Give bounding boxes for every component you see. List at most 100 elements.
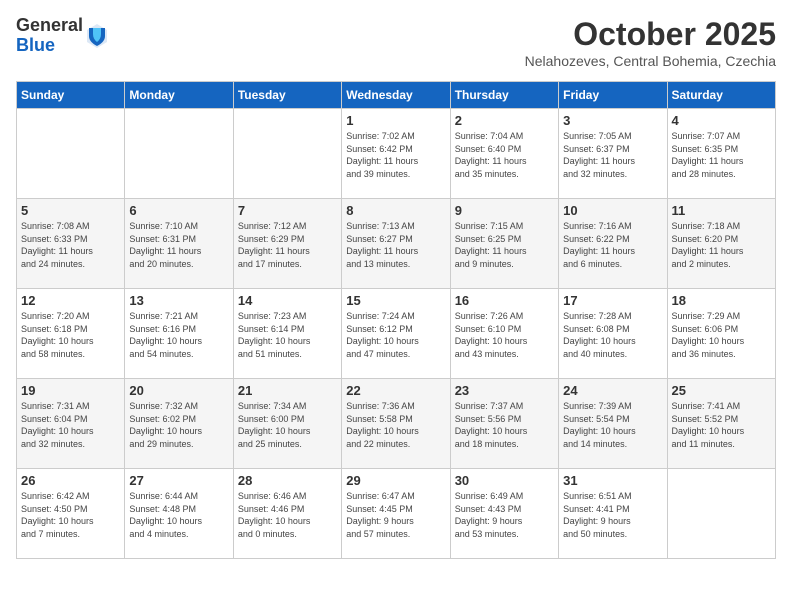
calendar-week-3: 12Sunrise: 7:20 AM Sunset: 6:18 PM Dayli… [17, 289, 776, 379]
calendar-cell: 9 Sunrise: 7:15 AM Sunset: 6:25 PM Daylig… [450, 199, 558, 289]
calendar-cell: 14Sunrise: 7:23 AM Sunset: 6:14 PM Dayli… [233, 289, 341, 379]
day-number: 17 [563, 293, 662, 308]
weekday-header-wednesday: Wednesday [342, 82, 450, 109]
calendar-cell: 20 Sunrise: 7:32 AM Sunset: 6:02 PM Dayli… [125, 379, 233, 469]
day-info: Sunrise: 7:32 AM Sunset: 6:02 PM Dayligh… [129, 400, 228, 450]
month-title: October 2025 [525, 16, 776, 53]
day-info: Sunrise: 7:12 AM Sunset: 6:29 PM Dayligh… [238, 220, 337, 270]
calendar-cell [233, 109, 341, 199]
day-info: Sunrise: 7:05 AM Sunset: 6:37 PM Dayligh… [563, 130, 662, 180]
calendar-cell: 15 Sunrise: 7:24 AM Sunset: 6:12 PM Dayli… [342, 289, 450, 379]
calendar-cell: 19 Sunrise: 7:31 AM Sunset: 6:04 PM Dayli… [17, 379, 125, 469]
calendar-cell: 13 Sunrise: 7:21 AM Sunset: 6:16 PM Dayli… [125, 289, 233, 379]
day-number: 7 [238, 203, 337, 218]
calendar-cell: 8 Sunrise: 7:13 AM Sunset: 6:27 PM Daylig… [342, 199, 450, 289]
day-info: Sunrise: 7:24 AM Sunset: 6:12 PM Dayligh… [346, 310, 445, 360]
day-info: Sunrise: 7:18 AM Sunset: 6:20 PM Dayligh… [672, 220, 771, 270]
weekday-header-sunday: Sunday [17, 82, 125, 109]
day-number: 30 [455, 473, 554, 488]
day-number: 26 [21, 473, 120, 488]
calendar-cell: 4 Sunrise: 7:07 AM Sunset: 6:35 PM Daylig… [667, 109, 775, 199]
calendar-cell: 21 Sunrise: 7:34 AM Sunset: 6:00 PM Dayli… [233, 379, 341, 469]
weekday-header-tuesday: Tuesday [233, 82, 341, 109]
day-number: 14 [238, 293, 337, 308]
day-info: Sunrise: 7:41 AM Sunset: 5:52 PM Dayligh… [672, 400, 771, 450]
calendar-cell: 30 Sunrise: 6:49 AM Sunset: 4:43 PM Dayli… [450, 469, 558, 559]
calendar-cell: 31Sunrise: 6:51 AM Sunset: 4:41 PM Dayli… [559, 469, 667, 559]
day-info: Sunrise: 7:31 AM Sunset: 6:04 PM Dayligh… [21, 400, 120, 450]
day-number: 20 [129, 383, 228, 398]
calendar-cell: 17 Sunrise: 7:28 AM Sunset: 6:08 PM Dayli… [559, 289, 667, 379]
day-info: Sunrise: 7:21 AM Sunset: 6:16 PM Dayligh… [129, 310, 228, 360]
day-number: 12 [21, 293, 120, 308]
calendar-week-1: 1Sunrise: 7:02 AM Sunset: 6:42 PM Daylig… [17, 109, 776, 199]
day-number: 8 [346, 203, 445, 218]
day-info: Sunrise: 7:28 AM Sunset: 6:08 PM Dayligh… [563, 310, 662, 360]
calendar-header-row: SundayMondayTuesdayWednesdayThursdayFrid… [17, 82, 776, 109]
day-info: Sunrise: 7:26 AM Sunset: 6:10 PM Dayligh… [455, 310, 554, 360]
calendar-cell: 3 Sunrise: 7:05 AM Sunset: 6:37 PM Daylig… [559, 109, 667, 199]
calendar-cell: 28Sunrise: 6:46 AM Sunset: 4:46 PM Dayli… [233, 469, 341, 559]
day-number: 29 [346, 473, 445, 488]
day-number: 4 [672, 113, 771, 128]
calendar-cell: 7 Sunrise: 7:12 AM Sunset: 6:29 PM Daylig… [233, 199, 341, 289]
calendar-cell [125, 109, 233, 199]
day-number: 28 [238, 473, 337, 488]
logo: General Blue [16, 16, 109, 56]
calendar-cell: 2Sunrise: 7:04 AM Sunset: 6:40 PM Daylig… [450, 109, 558, 199]
day-number: 21 [238, 383, 337, 398]
calendar-week-2: 5Sunrise: 7:08 AM Sunset: 6:33 PM Daylig… [17, 199, 776, 289]
calendar-cell: 11 Sunrise: 7:18 AM Sunset: 6:20 PM Dayli… [667, 199, 775, 289]
day-info: Sunrise: 6:44 AM Sunset: 4:48 PM Dayligh… [129, 490, 228, 540]
title-area: October 2025 Nelahozeves, Central Bohemi… [525, 16, 776, 69]
day-number: 3 [563, 113, 662, 128]
day-number: 15 [346, 293, 445, 308]
calendar-cell: 22 Sunrise: 7:36 AM Sunset: 5:58 PM Dayli… [342, 379, 450, 469]
day-info: Sunrise: 7:37 AM Sunset: 5:56 PM Dayligh… [455, 400, 554, 450]
calendar-cell [667, 469, 775, 559]
day-number: 22 [346, 383, 445, 398]
day-number: 31 [563, 473, 662, 488]
day-info: Sunrise: 6:42 AM Sunset: 4:50 PM Dayligh… [21, 490, 120, 540]
calendar-cell: 6Sunrise: 7:10 AM Sunset: 6:31 PM Daylig… [125, 199, 233, 289]
day-number: 11 [672, 203, 771, 218]
calendar-cell: 24 Sunrise: 7:39 AM Sunset: 5:54 PM Dayli… [559, 379, 667, 469]
day-info: Sunrise: 7:16 AM Sunset: 6:22 PM Dayligh… [563, 220, 662, 270]
day-number: 24 [563, 383, 662, 398]
weekday-header-friday: Friday [559, 82, 667, 109]
calendar-cell: 5Sunrise: 7:08 AM Sunset: 6:33 PM Daylig… [17, 199, 125, 289]
calendar-cell: 16 Sunrise: 7:26 AM Sunset: 6:10 PM Dayli… [450, 289, 558, 379]
calendar-cell: 23 Sunrise: 7:37 AM Sunset: 5:56 PM Dayli… [450, 379, 558, 469]
day-number: 6 [129, 203, 228, 218]
day-info: Sunrise: 7:36 AM Sunset: 5:58 PM Dayligh… [346, 400, 445, 450]
day-info: Sunrise: 7:08 AM Sunset: 6:33 PM Dayligh… [21, 220, 120, 270]
day-number: 19 [21, 383, 120, 398]
day-info: Sunrise: 6:47 AM Sunset: 4:45 PM Dayligh… [346, 490, 445, 540]
calendar-cell: 25 Sunrise: 7:41 AM Sunset: 5:52 PM Dayli… [667, 379, 775, 469]
location: Nelahozeves, Central Bohemia, Czechia [525, 53, 776, 69]
day-info: Sunrise: 7:15 AM Sunset: 6:25 PM Dayligh… [455, 220, 554, 270]
day-number: 9 [455, 203, 554, 218]
calendar-cell: 27 Sunrise: 6:44 AM Sunset: 4:48 PM Dayli… [125, 469, 233, 559]
calendar-cell: 18Sunrise: 7:29 AM Sunset: 6:06 PM Dayli… [667, 289, 775, 379]
calendar-cell: 26 Sunrise: 6:42 AM Sunset: 4:50 PM Dayli… [17, 469, 125, 559]
calendar-cell [17, 109, 125, 199]
day-number: 23 [455, 383, 554, 398]
logo-icon [85, 22, 109, 50]
day-number: 25 [672, 383, 771, 398]
day-number: 18 [672, 293, 771, 308]
day-info: Sunrise: 7:13 AM Sunset: 6:27 PM Dayligh… [346, 220, 445, 270]
day-info: Sunrise: 6:49 AM Sunset: 4:43 PM Dayligh… [455, 490, 554, 540]
day-number: 27 [129, 473, 228, 488]
day-info: Sunrise: 7:39 AM Sunset: 5:54 PM Dayligh… [563, 400, 662, 450]
calendar-cell: 29 Sunrise: 6:47 AM Sunset: 4:45 PM Dayli… [342, 469, 450, 559]
day-number: 16 [455, 293, 554, 308]
weekday-header-saturday: Saturday [667, 82, 775, 109]
day-info: Sunrise: 7:07 AM Sunset: 6:35 PM Dayligh… [672, 130, 771, 180]
calendar-week-5: 26 Sunrise: 6:42 AM Sunset: 4:50 PM Dayli… [17, 469, 776, 559]
day-number: 13 [129, 293, 228, 308]
day-number: 2 [455, 113, 554, 128]
day-info: Sunrise: 7:34 AM Sunset: 6:00 PM Dayligh… [238, 400, 337, 450]
logo-general: General [16, 16, 83, 36]
weekday-header-thursday: Thursday [450, 82, 558, 109]
